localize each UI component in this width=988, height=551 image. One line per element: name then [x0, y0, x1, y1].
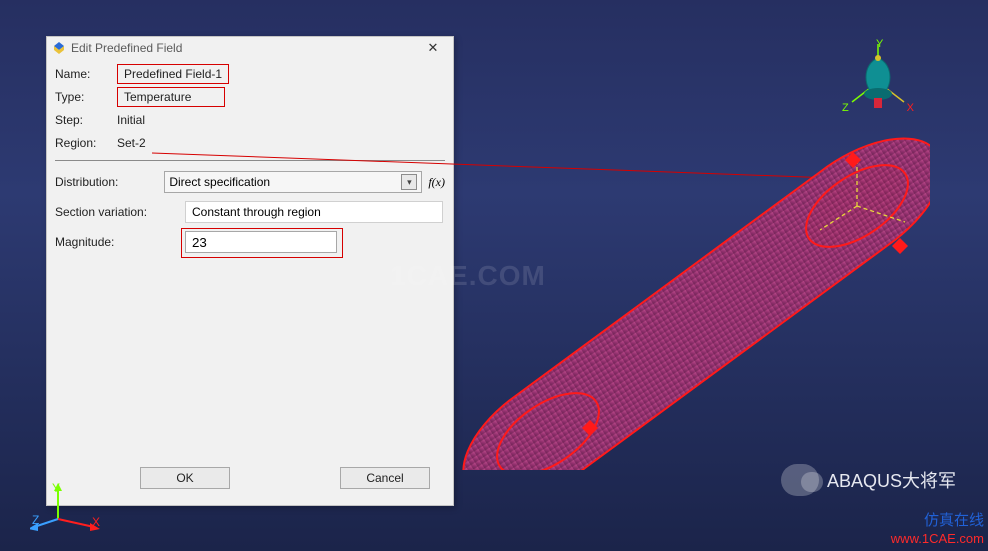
row-step: Step: Initial: [55, 108, 445, 131]
row-distribution: Distribution: Direct specification ▾ f(x…: [55, 169, 445, 195]
type-value: Temperature: [117, 87, 225, 107]
row-region: Region: Set-2: [55, 131, 445, 154]
badge-line2: www.1CAE.com: [891, 531, 984, 547]
distribution-value: Direct specification: [169, 175, 270, 189]
section-variation-value: Constant through region: [185, 201, 443, 223]
separator: [55, 160, 445, 161]
axis-x-label: X: [92, 515, 100, 529]
distribution-select[interactable]: Direct specification ▾: [164, 171, 422, 193]
magnitude-label: Magnitude:: [55, 235, 185, 249]
wechat-channel: ABAQUS大将军: [781, 464, 956, 496]
row-magnitude: Magnitude:: [55, 229, 445, 255]
section-variation-label: Section variation:: [55, 205, 185, 219]
name-label: Name:: [55, 67, 117, 81]
badge-line1: 仿真在线: [891, 512, 984, 531]
watermark-center: 1CAE.COM: [390, 260, 546, 292]
wechat-icon: [781, 464, 819, 496]
step-label: Step:: [55, 113, 117, 127]
app-icon: [51, 40, 67, 56]
model-cylinder[interactable]: [450, 130, 930, 470]
close-icon[interactable]: ✕: [417, 40, 449, 56]
axis-z-label: Z: [32, 513, 39, 527]
magnitude-input[interactable]: [185, 231, 337, 253]
ok-button[interactable]: OK: [140, 467, 230, 489]
viewcube-z-label: Z: [842, 102, 849, 114]
global-axis-triad: Y X Z: [30, 483, 110, 536]
type-label: Type:: [55, 90, 117, 104]
row-type: Type: Temperature: [55, 85, 445, 108]
dialog-titlebar[interactable]: Edit Predefined Field ✕: [47, 37, 453, 58]
viewcube-y-label: Y: [876, 38, 883, 50]
name-value: Predefined Field-1: [117, 64, 229, 84]
row-name: Name: Predefined Field-1: [55, 62, 445, 85]
fx-button[interactable]: f(x): [428, 175, 445, 190]
corner-badge: 仿真在线 www.1CAE.com: [891, 512, 984, 547]
dialog-title: Edit Predefined Field: [71, 41, 417, 55]
region-label: Region:: [55, 136, 117, 150]
axis-y-label: Y: [52, 481, 60, 495]
row-section-variation: Section variation: Constant through regi…: [55, 199, 445, 225]
cancel-button[interactable]: Cancel: [340, 467, 430, 489]
view-orientation-triad[interactable]: Y X Z: [848, 40, 908, 121]
step-value: Initial: [117, 113, 145, 127]
viewcube-x-label: X: [907, 102, 914, 114]
chevron-down-icon: ▾: [401, 174, 417, 190]
distribution-label: Distribution:: [55, 175, 164, 189]
wechat-channel-name: ABAQUS大将军: [827, 467, 956, 493]
dialog-buttons: OK Cancel: [55, 461, 445, 497]
region-value: Set-2: [117, 136, 146, 150]
